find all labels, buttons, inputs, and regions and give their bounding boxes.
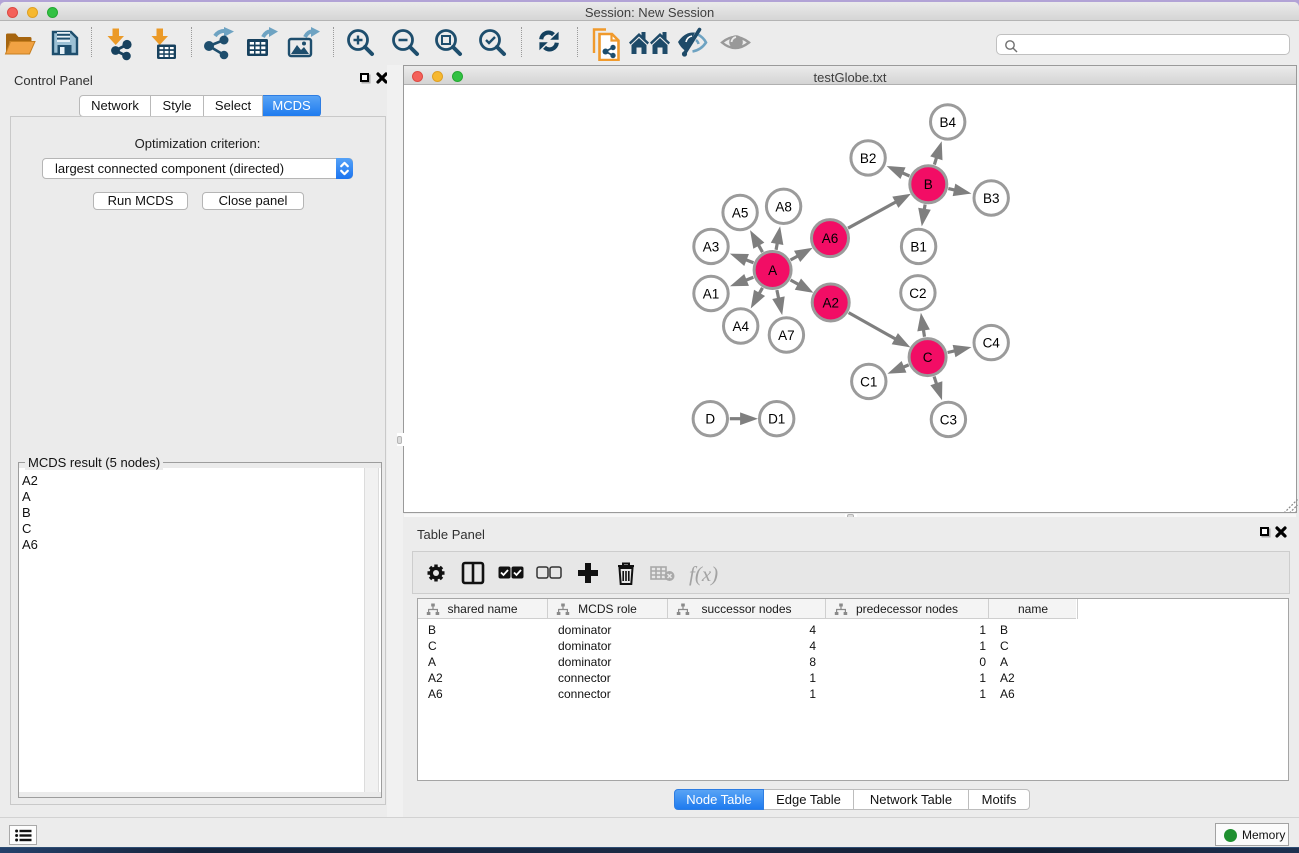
svg-text:D: D: [705, 411, 715, 426]
svg-text:A5: A5: [731, 205, 748, 220]
svg-text:A3: A3: [702, 239, 719, 254]
svg-text:A1: A1: [702, 286, 719, 301]
svg-text:C: C: [922, 350, 932, 365]
svg-text:C2: C2: [909, 285, 926, 300]
svg-text:B4: B4: [939, 114, 956, 129]
svg-text:A6: A6: [821, 231, 838, 246]
svg-text:A2: A2: [822, 295, 839, 310]
svg-text:C3: C3: [939, 412, 956, 427]
svg-text:A7: A7: [778, 328, 795, 343]
svg-text:D1: D1: [768, 411, 785, 426]
svg-text:C1: C1: [860, 374, 877, 389]
svg-text:B1: B1: [910, 239, 927, 254]
svg-text:B: B: [923, 177, 932, 192]
svg-text:C4: C4: [982, 335, 1000, 350]
svg-text:B3: B3: [982, 191, 999, 206]
svg-text:A4: A4: [732, 319, 749, 334]
svg-text:A8: A8: [775, 199, 792, 214]
svg-text:B2: B2: [859, 150, 876, 165]
svg-text:A: A: [768, 263, 777, 278]
